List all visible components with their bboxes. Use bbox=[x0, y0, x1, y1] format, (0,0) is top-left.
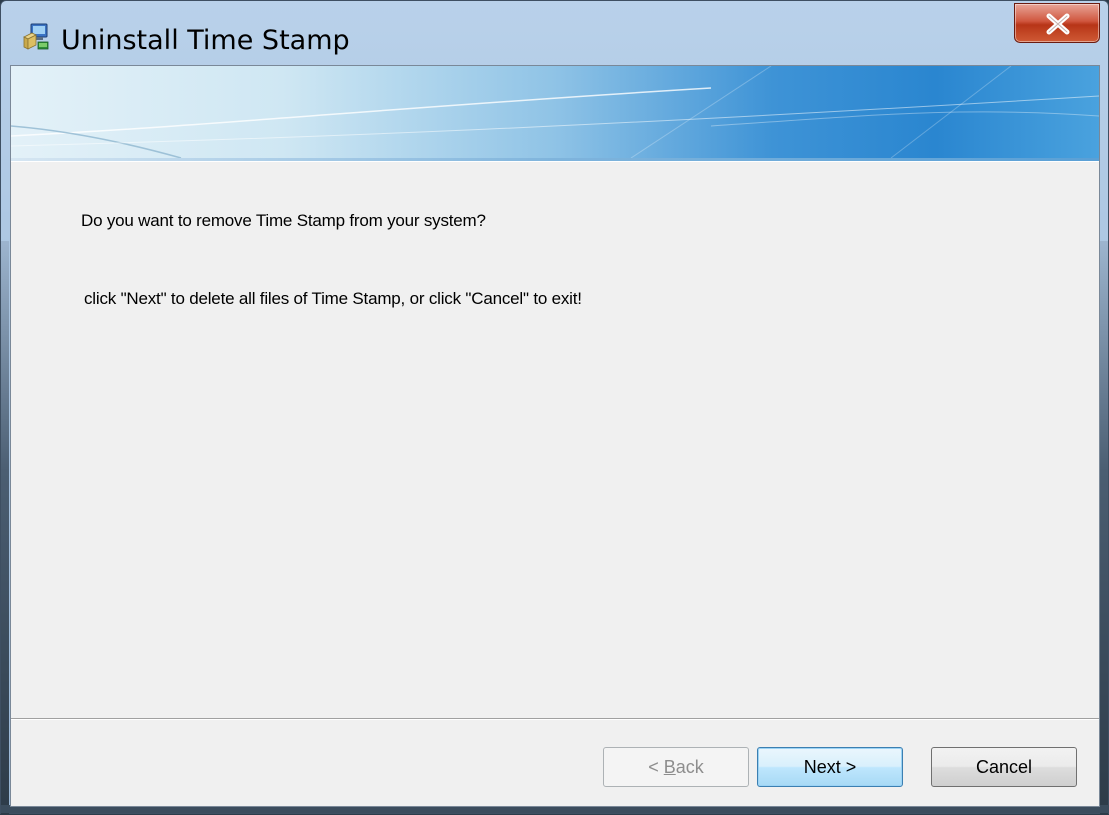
title-bar[interactable]: Uninstall Time Stamp bbox=[1, 1, 1108, 65]
installer-icon bbox=[22, 23, 50, 51]
back-button-label-rest: ack bbox=[675, 757, 704, 777]
back-button-prefix: < bbox=[648, 757, 664, 777]
close-button[interactable] bbox=[1014, 3, 1100, 43]
cancel-button[interactable]: Cancel bbox=[931, 747, 1077, 787]
instruction-text: click "Next" to delete all files of Time… bbox=[84, 289, 582, 308]
button-area-separator-highlight bbox=[11, 719, 1099, 720]
back-button[interactable]: < Back bbox=[603, 747, 749, 787]
window-title: Uninstall Time Stamp bbox=[61, 25, 350, 56]
header-banner bbox=[11, 66, 1099, 158]
uninstall-dialog-window: Uninstall Time Stamp Do you want to remo… bbox=[0, 0, 1109, 815]
next-button[interactable]: Next > bbox=[757, 747, 903, 787]
banner-separator bbox=[11, 161, 1099, 162]
dialog-client-area: Do you want to remove Time Stamp from yo… bbox=[10, 65, 1100, 807]
back-button-accelerator: B bbox=[663, 757, 676, 777]
removal-question-text: Do you want to remove Time Stamp from yo… bbox=[81, 211, 486, 230]
window-frame-left bbox=[1, 241, 9, 815]
window-frame-right bbox=[1100, 241, 1108, 815]
